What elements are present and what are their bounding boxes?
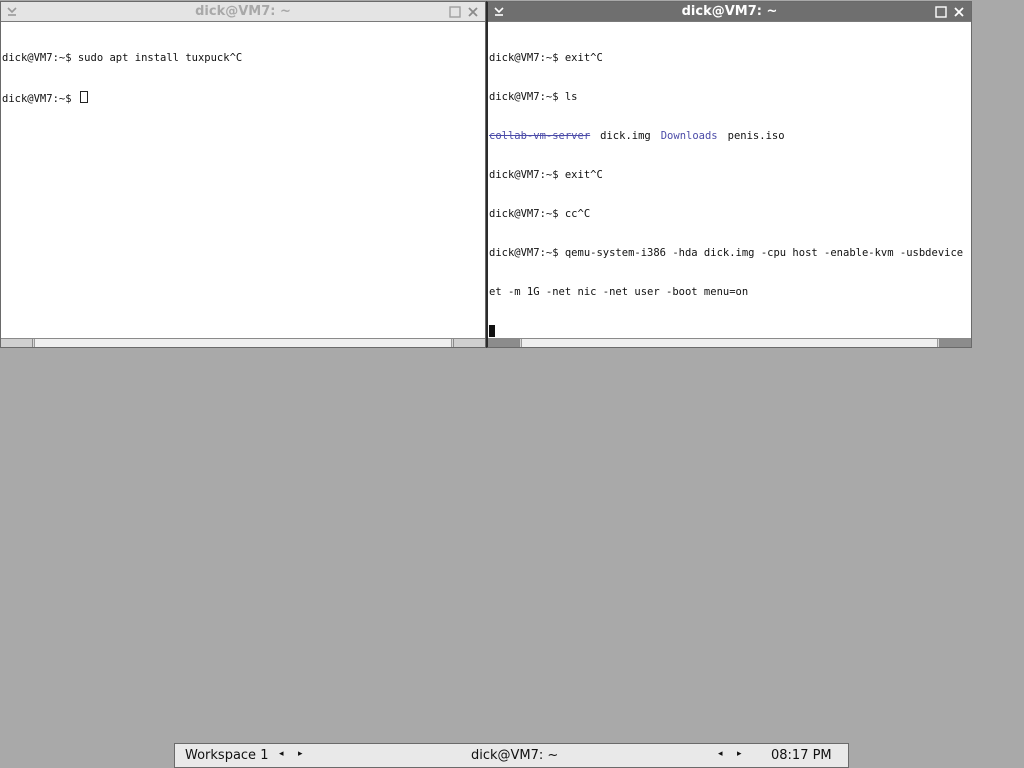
maximize-icon[interactable] [935,6,947,18]
terminal-line: et -m 1G -net nic -net user -boot menu=o… [489,286,749,298]
close-icon[interactable] [952,5,966,19]
terminal-line: dick@VM7:~$ cc^C [489,208,591,220]
triangle-left-icon[interactable]: ◂ [718,749,723,759]
scroll-left-button[interactable] [488,339,520,347]
terminal-cursor [79,91,88,103]
scrollbar-thumb[interactable] [521,339,938,347]
close-icon[interactable] [466,5,480,19]
horizontal-scrollbar[interactable] [1,338,485,347]
triangle-right-icon[interactable]: ▸ [298,749,303,759]
taskbar: Workspace 1 ◂ ▸ dick@VM7: ~ ◂ ▸ 08:17 PM [174,743,849,768]
active-task-title[interactable]: dick@VM7: ~ [471,748,558,763]
scroll-left-button[interactable] [1,339,33,347]
triangle-left-icon[interactable]: ◂ [279,749,284,759]
ls-entry-directory: collab-vm-server [489,130,591,142]
terminal-output[interactable]: dick@VM7:~$ sudo apt install tuxpuck^C d… [2,26,483,338]
terminal-line: dick@VM7:~$ exit^C [489,52,603,64]
terminal-line: dick@VM7:~$ qemu-system-i386 -hda dick.i… [489,247,969,259]
terminal-line: dick@VM7:~$ sudo apt install tuxpuck^C [2,52,243,64]
ls-entry-file: penis.iso [727,130,785,142]
terminal-line: dick@VM7:~$ [2,91,483,105]
ls-entry-directory: Downloads [660,130,718,142]
clock: 08:17 PM [771,748,832,763]
terminal-window-right[interactable]: dick@VM7: ~ dick@VM7:~$ exit^C dick@VM7:… [486,1,972,348]
window-title: dick@VM7: ~ [195,4,291,19]
scrollbar-thumb[interactable] [34,339,452,347]
workspace-label[interactable]: Workspace 1 [185,748,268,763]
window-titlebar[interactable]: dick@VM7: ~ [1,2,485,22]
maximize-icon[interactable] [449,6,461,18]
ls-output-line: collab-vm-server dick.img Downloads penis.i… [489,130,969,143]
ls-entry-file: dick.img [600,130,651,142]
horizontal-scrollbar[interactable] [488,338,971,347]
terminal-line: dick@VM7:~$ exit^C [489,169,603,181]
triangle-right-icon[interactable]: ▸ [737,749,742,759]
terminal-window-left[interactable]: dick@VM7: ~ dick@VM7:~$ sudo apt install… [0,1,486,348]
terminal-line [489,325,969,338]
terminal-line: dick@VM7:~$ ls [489,91,578,103]
terminal-output[interactable]: dick@VM7:~$ exit^C dick@VM7:~$ ls collab… [489,26,969,338]
window-titlebar[interactable]: dick@VM7: ~ [488,2,971,22]
scroll-right-button[interactable] [939,339,971,347]
scroll-right-button[interactable] [453,339,485,347]
window-title: dick@VM7: ~ [681,4,778,19]
terminal-cursor [489,325,495,337]
